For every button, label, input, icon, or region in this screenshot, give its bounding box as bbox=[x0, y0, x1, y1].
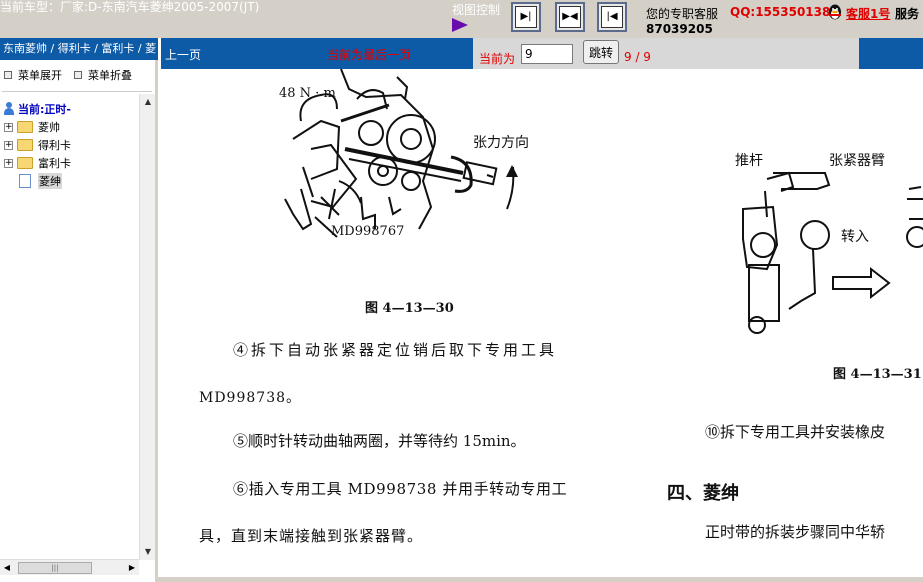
scrollbar-thumb[interactable]: ||| bbox=[18, 562, 92, 574]
page-controls: 当前为 跳转 9 / 9 bbox=[473, 38, 859, 69]
scroll-down-icon[interactable]: ▼ bbox=[140, 544, 156, 560]
page-number-input[interactable] bbox=[521, 44, 573, 64]
tree-item-fulika[interactable]: + 富利卡 bbox=[0, 154, 155, 172]
expand-toggle-icon[interactable]: + bbox=[4, 122, 13, 132]
nav-tree: 当前:正时- + 菱帅 + 得利卡 + 富利卡 菱绅 bbox=[0, 100, 155, 190]
figure-31-caption: 图 4—13—31 bbox=[833, 367, 922, 382]
jump-button[interactable]: 跳转 bbox=[583, 40, 619, 64]
user-icon bbox=[3, 102, 15, 116]
scroll-right-icon[interactable]: ▶ bbox=[125, 560, 139, 576]
divider bbox=[2, 91, 152, 92]
left-nav-panel: 东南菱帅 / 得利卡 / 富利卡 / 菱 菜单展开 菜单折叠 当前:正时- + … bbox=[0, 38, 158, 582]
menu-actions: 菜单展开 菜单折叠 bbox=[0, 62, 158, 86]
tree-item-label[interactable]: 得利卡 bbox=[38, 137, 71, 153]
current-page-label: 当前为 bbox=[479, 52, 516, 66]
scroll-left-icon[interactable]: ◀ bbox=[0, 560, 14, 576]
tree-item-delica[interactable]: + 得利卡 bbox=[0, 136, 155, 154]
expand-menu-button[interactable]: 菜单展开 bbox=[4, 67, 62, 83]
tool-label: MD998767 bbox=[331, 224, 404, 239]
tree-item-lingshen[interactable]: 菱绅 bbox=[0, 172, 155, 190]
document-bottom-border bbox=[158, 577, 923, 582]
tree-item-label[interactable]: 富利卡 bbox=[38, 155, 71, 171]
step-6-line-1: ⑥插入专用工具 MD998738 并用手转动专用工 bbox=[233, 480, 568, 498]
arrow-left-bar-icon: |◀ bbox=[601, 6, 623, 28]
expand-toggle-icon[interactable]: + bbox=[4, 158, 13, 168]
tree-current-label: 当前:正时- bbox=[18, 103, 71, 116]
tree-current-node: 当前:正时- bbox=[0, 100, 155, 118]
top-header: 当前车型：厂家:D-东南汽车菱绅2005-2007(JT) 视图控制 ▶| ▶◀… bbox=[0, 0, 923, 38]
customer-service-link[interactable]: 客服1号 bbox=[846, 5, 890, 22]
push-rod-diagram bbox=[742, 171, 923, 334]
view-control-label: 视图控制 bbox=[452, 3, 501, 17]
car-model-text: 当前车型：厂家:D-东南汽车菱绅2005-2007(JT) bbox=[0, 0, 260, 14]
section-text: 正时带的拆装步骤同中华轿 bbox=[705, 523, 886, 541]
double-page-view-button[interactable]: ▶◀ bbox=[555, 2, 585, 32]
step-10: ⑩拆下专用工具并安装橡皮 bbox=[705, 423, 886, 441]
page-toolbar: 上一页 当前为最后一页 当前为 跳转 9 / 9 bbox=[161, 38, 923, 69]
step-4-line-2: MD998738。 bbox=[199, 390, 302, 406]
tension-direction-label: 张力方向 bbox=[473, 135, 529, 151]
expand-toggle-icon[interactable]: + bbox=[4, 140, 13, 150]
vertical-scrollbar[interactable]: ▲ ▼ bbox=[139, 94, 155, 560]
horizontal-scrollbar[interactable]: ◀ ||| ▶ bbox=[0, 559, 139, 575]
page-count: 9 / 9 bbox=[624, 50, 651, 64]
back-view-button[interactable]: |◀ bbox=[597, 2, 627, 32]
step-6-line-2: 具，直到末端接触到张紧器臂。 bbox=[199, 527, 424, 545]
last-page-notice: 当前为最后一页 bbox=[327, 48, 412, 62]
collapse-icon bbox=[74, 71, 82, 79]
folder-icon bbox=[17, 139, 33, 151]
single-page-view-button[interactable]: ▶| bbox=[511, 2, 541, 32]
expand-icon bbox=[4, 71, 12, 79]
document-page: 48 N · m 张力方向 MD998767 推杆 张紧器臂 转入 图 4—13… bbox=[161, 69, 923, 578]
turn-in-label: 转入 bbox=[841, 229, 869, 245]
arrow-right-bar-icon: ▶| bbox=[515, 6, 537, 28]
step-5: ⑤顺时针转动曲轴两圈，并等待约 15min。 bbox=[233, 432, 526, 450]
split-arrows-icon: ▶◀ bbox=[559, 6, 581, 28]
phone-number: 87039205 bbox=[646, 22, 713, 36]
tree-item-lingshuai[interactable]: + 菱帅 bbox=[0, 118, 155, 136]
scroll-up-icon[interactable]: ▲ bbox=[140, 94, 156, 110]
qq-penguin-icon bbox=[829, 4, 841, 20]
push-rod-label: 推杆 bbox=[735, 153, 763, 169]
collapse-menu-label: 菜单折叠 bbox=[88, 69, 132, 82]
service-label-tail: 服务 bbox=[895, 7, 920, 21]
prev-page-link[interactable]: 上一页 bbox=[165, 46, 201, 63]
step-4-line-1: ④拆下自动张紧器定位销后取下专用工具 bbox=[233, 341, 558, 359]
play-arrow-icon bbox=[452, 18, 468, 32]
figure-30-caption: 图 4—13—30 bbox=[365, 301, 454, 316]
qq-number: QQ:1553501388 bbox=[730, 5, 839, 19]
tensioner-arm-label: 张紧器臂 bbox=[829, 153, 885, 169]
app-window: 当前车型：厂家:D-东南汽车菱绅2005-2007(JT) 视图控制 ▶| ▶◀… bbox=[0, 0, 923, 582]
tree-item-label[interactable]: 菱帅 bbox=[38, 119, 60, 135]
collapse-menu-button[interactable]: 菜单折叠 bbox=[74, 67, 132, 83]
document-illustrations: 48 N · m 张力方向 MD998767 推杆 张紧器臂 转入 bbox=[279, 69, 923, 334]
service-label: 您的专职客服 bbox=[646, 7, 719, 21]
tension-arrow-icon bbox=[506, 165, 518, 177]
expand-menu-label: 菜单展开 bbox=[18, 69, 62, 82]
tree-item-label[interactable]: 菱绅 bbox=[38, 173, 62, 189]
section-title: 四、菱绅 bbox=[667, 483, 739, 504]
folder-icon bbox=[17, 121, 33, 133]
torque-label: 48 N · m bbox=[279, 86, 336, 101]
breadcrumb[interactable]: 东南菱帅 / 得利卡 / 富利卡 / 菱 bbox=[0, 38, 158, 60]
document-icon bbox=[19, 174, 31, 188]
folder-icon bbox=[17, 157, 33, 169]
